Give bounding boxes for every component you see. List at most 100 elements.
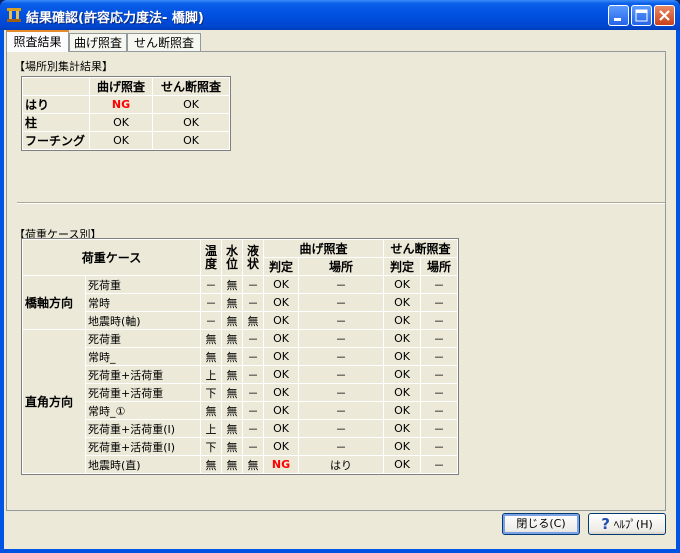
bending-place-cell: － — [299, 420, 383, 437]
window-title: 結果確認(許容応力度法- 橋脚) — [26, 11, 204, 26]
tab-bending-check[interactable]: 曲げ照査 — [69, 33, 127, 51]
bending-judge-cell: OK — [264, 384, 298, 401]
bending-place-cell: － — [299, 330, 383, 347]
shear-judge-cell: OK — [384, 294, 420, 311]
shear-judge-cell: OK — [384, 276, 420, 293]
table-row: 死荷重+活荷重(I) 下 無 － OK － OK － — [23, 438, 457, 455]
water-cell: 無 — [222, 456, 242, 473]
case-name: 死荷重+活荷重(I) — [86, 438, 200, 455]
close-icon — [659, 10, 670, 21]
tab-shear-check[interactable]: せん断照査 — [127, 33, 201, 51]
liq-cell: － — [243, 366, 263, 383]
help-button[interactable]: ? ﾍﾙﾌﾟ(H) — [588, 513, 666, 535]
summary-shear-result: OK — [153, 96, 229, 113]
bending-place-cell: はり — [299, 456, 383, 473]
shear-judge-cell: OK — [384, 348, 420, 365]
check-results-panel: 【場所別集計結果】 曲げ照査 せん断照査 はり NG OK 柱 OK OK フー… — [6, 51, 666, 511]
summary-table: 曲げ照査 せん断照査 はり NG OK 柱 OK OK フーチング OK OK — [21, 76, 231, 151]
case-name: 死荷重+活荷重 — [86, 366, 200, 383]
maximize-button[interactable] — [631, 5, 652, 26]
bending-judge-cell: OK — [264, 438, 298, 455]
shear-judge-cell: OK — [384, 420, 420, 437]
summary-bending-result: OK — [90, 132, 152, 149]
liq-cell: － — [243, 294, 263, 311]
bending-judge-cell: OK — [264, 294, 298, 311]
temp-cell: － — [201, 276, 221, 293]
case-name: 死荷重 — [86, 276, 200, 293]
table-row: 直角方向 死荷重 無 無 － OK － OK － — [23, 330, 457, 473]
temp-cell: 下 — [201, 438, 221, 455]
header-liquefaction: 液状 — [243, 240, 263, 275]
close-dialog-button[interactable]: 閉じる(C) — [502, 513, 580, 535]
help-icon: ? — [601, 515, 610, 533]
summary-header-shear: せん断照査 — [153, 78, 229, 95]
shear-place-cell: － — [421, 456, 457, 473]
table-row: 死荷重+活荷重(I) 上 無 － OK － OK － — [23, 420, 457, 437]
shear-judge-cell: OK — [384, 456, 420, 473]
table-row: 死荷重+活荷重 上 無 － OK － OK － — [23, 366, 457, 383]
liq-cell: － — [243, 348, 263, 365]
bending-judge-cell: OK — [264, 348, 298, 365]
liq-cell: － — [243, 438, 263, 455]
case-name: 常時 — [86, 294, 200, 311]
summary-bending-result: OK — [90, 114, 152, 131]
summary-place: はり — [23, 96, 89, 113]
water-cell: 無 — [222, 366, 242, 383]
close-window-button[interactable] — [654, 5, 675, 26]
shear-judge-cell: OK — [384, 366, 420, 383]
water-cell: 無 — [222, 420, 242, 437]
water-cell: 無 — [222, 294, 242, 311]
temp-cell: 無 — [201, 330, 221, 347]
shear-judge-cell: OK — [384, 330, 420, 347]
close-button-label: 閉じる(C) — [516, 517, 566, 530]
bending-place-cell: － — [299, 312, 383, 329]
bending-place-cell: － — [299, 276, 383, 293]
tab-strip: 照査結果 曲げ照査 せん断照査 — [6, 30, 674, 52]
bending-judge-cell: OK — [264, 330, 298, 347]
summary-row: はり NG OK — [23, 96, 229, 113]
temp-cell: 無 — [201, 402, 221, 419]
header-shear-place: 場所 — [421, 258, 457, 275]
liq-cell: － — [243, 384, 263, 401]
shear-place-cell: － — [421, 294, 457, 311]
shear-place-cell: － — [421, 366, 457, 383]
table-row: 橋軸方向 死荷重 － 無 － OK － OK － — [23, 276, 457, 329]
summary-row: 柱 OK OK — [23, 114, 229, 131]
summary-shear-result: OK — [153, 114, 229, 131]
temp-cell: － — [201, 294, 221, 311]
bending-judge-cell: OK — [264, 312, 298, 329]
water-cell: 無 — [222, 330, 242, 347]
header-bending-place: 場所 — [299, 258, 383, 275]
minimize-icon — [614, 18, 621, 21]
bending-place-cell: － — [299, 402, 383, 419]
summary-place: フーチング — [23, 132, 89, 149]
liq-cell: 無 — [243, 456, 263, 473]
liq-cell: － — [243, 330, 263, 347]
header-bending-judge: 判定 — [264, 258, 298, 275]
bending-judge-cell: NG — [264, 456, 298, 473]
table-row: 地震時(軸) － 無 無 OK － OK － — [23, 312, 457, 329]
summary-place: 柱 — [23, 114, 89, 131]
temp-cell: － — [201, 312, 221, 329]
shear-place-cell: － — [421, 438, 457, 455]
group-label: 橋軸方向 — [23, 276, 85, 329]
shear-judge-cell: OK — [384, 402, 420, 419]
liq-cell: － — [243, 276, 263, 293]
bridge-pier-app-icon — [7, 8, 21, 22]
header-temperature: 温度 — [201, 240, 221, 275]
temp-cell: 上 — [201, 366, 221, 383]
tab-check-results[interactable]: 照査結果 — [6, 30, 69, 52]
bending-place-cell: － — [299, 366, 383, 383]
header-shear-check: せん断照査 — [384, 240, 457, 257]
summary-shear-result: OK — [153, 132, 229, 149]
minimize-button[interactable] — [608, 5, 629, 26]
summary-section-label: 【場所別集計結果】 — [14, 60, 113, 73]
group-label: 直角方向 — [23, 330, 85, 473]
section-divider — [17, 202, 665, 204]
water-cell: 無 — [222, 402, 242, 419]
bending-place-cell: － — [299, 438, 383, 455]
loadcase-table: 荷重ケース 温度 水位 液状 曲げ照査 せん断照査 判定 場所 判定 場所 橋軸… — [21, 238, 459, 475]
title-bar[interactable]: 結果確認(許容応力度法- 橋脚) — [0, 0, 680, 30]
bending-judge-cell: OK — [264, 276, 298, 293]
header-bending-check: 曲げ照査 — [264, 240, 383, 257]
